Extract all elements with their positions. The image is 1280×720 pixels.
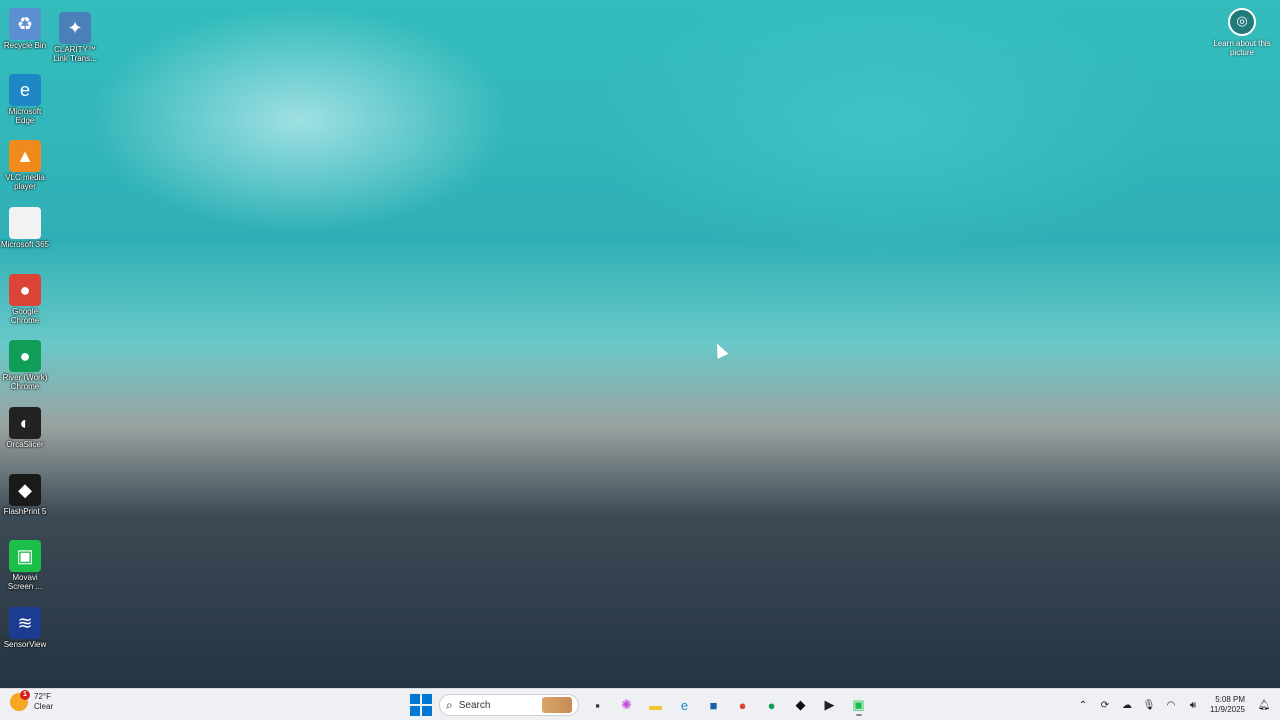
- desktop-icon-label: SensorView: [3, 640, 47, 649]
- taskbar-center: ⌕ Search ▪ ✺ ▬ e ■ ● ● ◆ ▶ ▣: [406, 689, 873, 720]
- chrome-taskbar-icon: ●: [738, 697, 747, 713]
- movavi-icon: ▣: [9, 540, 41, 572]
- desktop-icon-edge[interactable]: e Microsoft Edge: [0, 70, 50, 125]
- movavi-taskbar-button[interactable]: ▣: [847, 693, 871, 717]
- search-box[interactable]: ⌕ Search: [439, 694, 579, 716]
- edge-icon: e: [9, 74, 41, 106]
- desktop-icon-chrome-work[interactable]: ● River (Work) Chrome: [0, 336, 50, 391]
- orcaslicer-icon: ◐: [9, 407, 41, 439]
- learn-about-picture-label: Learn about this picture: [1213, 39, 1271, 57]
- desktop-icon-file[interactable]: Microsoft 365: [0, 203, 50, 249]
- chrome-icon: ●: [9, 274, 41, 306]
- chrome-taskbar-button[interactable]: ●: [731, 693, 755, 717]
- chevron-up-icon[interactable]: ⌃: [1073, 695, 1093, 715]
- desktop-icons: ♻ Recycle Bin ✦ CLARITY™ Link Trans... e Micr…: [0, 0, 100, 688]
- running-indicator: [855, 714, 862, 716]
- weather-alert-badge: 1: [20, 690, 30, 700]
- clock-time: 5:08 PM: [1215, 695, 1245, 704]
- search-icon: ⌕: [446, 697, 453, 712]
- desktop-icon-label: Recycle Bin: [3, 41, 47, 50]
- task-view-icon: ▪: [595, 697, 600, 713]
- file-icon: [9, 207, 41, 239]
- system-tray: ⌃ ⟳ ☁ 🎙︎ ◠ 🔊︎ 5:08 PM 11/9/2025 🔔︎: [1072, 689, 1280, 720]
- desktop-icon-label: River (Work) Chrome: [2, 373, 48, 391]
- media-player-button[interactable]: ▶: [818, 693, 842, 717]
- notification-bell-icon[interactable]: 🔔︎: [1254, 695, 1274, 715]
- desktop-icon-sensorview[interactable]: ≋ SensorView: [0, 603, 50, 649]
- start-button[interactable]: [409, 693, 433, 717]
- media-player-icon: ▶: [824, 697, 835, 712]
- vlc-icon: ▲: [9, 140, 41, 172]
- chrome-work-icon: ●: [9, 340, 41, 372]
- microphone-icon[interactable]: 🎙︎: [1139, 695, 1159, 715]
- desktop-icon-label: Movavi Screen ...: [7, 573, 43, 591]
- copilot-icon: ✺: [621, 697, 632, 712]
- desktop-icon-clarity-link[interactable]: ✦ CLARITY™ Link Trans...: [50, 8, 100, 63]
- weather-widget[interactable]: 1 72°F Clear: [10, 690, 54, 712]
- wifi-icon[interactable]: ◠: [1161, 695, 1181, 715]
- volume-icon[interactable]: 🔊︎: [1183, 695, 1203, 715]
- desktop-icon-label: OrcaSlicer: [6, 440, 44, 449]
- sync-icon[interactable]: ⟳: [1095, 695, 1115, 715]
- desktop-icon-label: CLARITY™ Link Trans...: [53, 45, 97, 63]
- weather-temp: 72°F: [34, 692, 51, 701]
- desktop-icon-label: Microsoft Edge: [8, 107, 42, 125]
- desktop-icon-flashprint[interactable]: ◆ FlashPrint 5: [0, 470, 50, 516]
- flashprint-icon: ◆: [9, 474, 41, 506]
- desktop-icon-label: FlashPrint 5: [3, 507, 47, 516]
- search-highlight-icon: [542, 697, 572, 713]
- file-explorer-button[interactable]: ▬: [644, 693, 668, 717]
- file-explorer-icon: ▬: [649, 697, 662, 713]
- desktop-icon-movavi[interactable]: ▣ Movavi Screen ...: [0, 536, 50, 591]
- store-button[interactable]: ■: [702, 693, 726, 717]
- cloud-icon[interactable]: ☁: [1117, 695, 1137, 715]
- desktop-wallpaper: [0, 0, 1280, 688]
- edge-taskbar-button[interactable]: e: [673, 693, 697, 717]
- desktop-icon-label: VLC media player: [5, 173, 45, 191]
- windows-logo-icon: [409, 694, 420, 704]
- desktop-icon-chrome[interactable]: ● Google Chrome: [0, 270, 50, 325]
- sun-icon: 1: [10, 690, 30, 711]
- desktop-icon-label: Microsoft 365: [0, 240, 50, 249]
- task-view-button[interactable]: ▪: [586, 693, 610, 717]
- movavi-taskbar-icon: ▣: [852, 697, 865, 712]
- clock-date: 11/9/2025: [1210, 705, 1245, 714]
- desktop-icon-vlc[interactable]: ▲ VLC media player: [0, 136, 50, 191]
- chrome-work-taskbar-button[interactable]: ●: [760, 693, 784, 717]
- desktop-icon-label: Google Chrome: [10, 307, 40, 325]
- desktop-icon-orcaslicer[interactable]: ◐ OrcaSlicer: [0, 403, 50, 449]
- recycle-bin-icon: ♻: [9, 8, 41, 40]
- flashprint-taskbar-button[interactable]: ◆: [789, 693, 813, 717]
- learn-about-picture[interactable]: ◎ Learn about this picture: [1212, 8, 1272, 57]
- clock[interactable]: 5:08 PM 11/9/2025: [1210, 695, 1245, 715]
- camera-icon: ◎: [1228, 8, 1256, 36]
- clarity-link-icon: ✦: [59, 12, 91, 44]
- flashprint-taskbar-icon: ◆: [795, 697, 806, 712]
- edge-taskbar-icon: e: [680, 697, 689, 713]
- copilot-button[interactable]: ✺: [615, 693, 639, 717]
- desktop-icon-recycle-bin[interactable]: ♻ Recycle Bin: [0, 4, 50, 50]
- store-icon: ■: [709, 697, 718, 713]
- taskbar: 1 72°F Clear ⌕ Search ▪ ✺ ▬ e ■ ● ● ◆ ▶ ▣ ⌃ ⟳ ☁ 🎙︎ ◠ 🔊…: [0, 688, 1280, 720]
- chrome-work-taskbar-icon: ●: [767, 697, 776, 713]
- sensorview-icon: ≋: [9, 607, 41, 639]
- weather-condition: Clear: [34, 702, 54, 711]
- search-placeholder: Search: [458, 699, 491, 711]
